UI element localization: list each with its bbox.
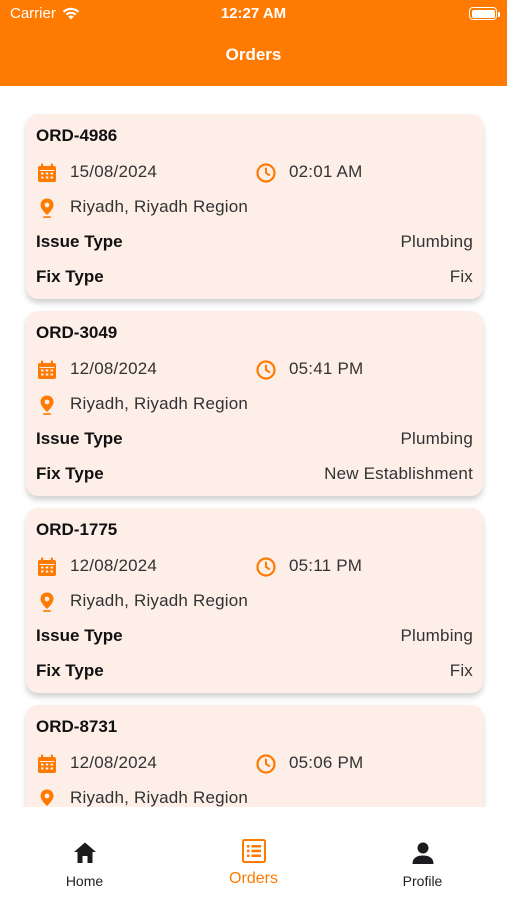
- order-time: 05:06 PM: [289, 753, 364, 772]
- calendar-icon: [38, 360, 56, 379]
- clock-icon: [256, 754, 276, 774]
- status-time: 12:27 AM: [220, 5, 287, 22]
- issue-type-value: Plumbing: [400, 626, 473, 645]
- tab-orders-label: Orders: [229, 870, 278, 887]
- fix-type-value: Fix: [449, 661, 473, 680]
- tab-home[interactable]: Home: [0, 807, 169, 900]
- orders-icon: [242, 839, 266, 863]
- app-header: Carrier 12:27 AM Orders: [0, 0, 507, 86]
- order-card[interactable]: ORD-1775 12/08/2024 05:11 PM Riyadh, Riy…: [26, 508, 483, 693]
- calendar-icon: [38, 163, 56, 182]
- order-card[interactable]: ORD-8731 12/08/2024 05:06 PM Riyadh, Riy…: [26, 705, 483, 807]
- calendar-icon: [38, 557, 56, 576]
- profile-icon: [412, 842, 434, 864]
- clock-icon: [256, 360, 276, 380]
- home-icon: [74, 842, 96, 863]
- order-card[interactable]: ORD-4986 15/08/2024 02:01 AM Riyadh, Riy…: [26, 114, 483, 299]
- location-pin-icon: [40, 592, 54, 612]
- clock-icon: [256, 557, 276, 577]
- tab-home-label: Home: [65, 873, 104, 889]
- clock-icon: [256, 163, 276, 183]
- calendar-icon: [38, 754, 56, 773]
- order-date: 15/08/2024: [70, 162, 158, 181]
- order-id: ORD-4986: [36, 126, 118, 145]
- status-bar: Carrier 12:27 AM: [0, 0, 507, 28]
- battery-icon: [469, 7, 500, 20]
- order-time: 05:11 PM: [289, 556, 363, 575]
- tab-orders[interactable]: Orders: [169, 807, 338, 900]
- issue-type-label: Issue Type: [36, 232, 123, 251]
- location-pin-icon: [40, 789, 54, 806]
- fix-type-label: Fix Type: [36, 267, 104, 286]
- order-time: 02:01 AM: [289, 162, 363, 181]
- order-time: 05:41 PM: [289, 359, 364, 378]
- issue-type-value: Plumbing: [400, 232, 473, 251]
- location-pin-icon: [40, 198, 54, 218]
- order-id: ORD-1775: [36, 520, 118, 539]
- order-id: ORD-8731: [36, 717, 118, 736]
- location-pin-icon: [40, 395, 54, 415]
- order-date: 12/08/2024: [70, 359, 158, 378]
- issue-type-value: Plumbing: [400, 429, 473, 448]
- fix-type-label: Fix Type: [36, 661, 104, 680]
- order-card[interactable]: ORD-3049 12/08/2024 05:41 PM Riyadh, Riy…: [26, 311, 483, 496]
- order-id: ORD-3049: [36, 323, 118, 342]
- tab-profile[interactable]: Profile: [338, 807, 507, 900]
- order-location: Riyadh, Riyadh Region: [70, 591, 249, 610]
- bottom-tab-bar: Home Orders Profile: [0, 807, 507, 900]
- issue-type-label: Issue Type: [36, 429, 123, 448]
- order-date: 12/08/2024: [70, 556, 158, 575]
- order-location: Riyadh, Riyadh Region: [70, 788, 249, 807]
- orders-list[interactable]: ORD-4986 15/08/2024 02:01 AM Riyadh, Riy…: [0, 86, 507, 807]
- fix-type-label: Fix Type: [36, 464, 104, 483]
- page-title: Orders: [225, 45, 282, 64]
- fix-type-value: Fix: [449, 267, 473, 286]
- tab-profile-label: Profile: [402, 873, 443, 889]
- order-date: 12/08/2024: [70, 753, 158, 772]
- order-location: Riyadh, Riyadh Region: [70, 394, 249, 413]
- fix-type-value: New Establishment: [324, 464, 473, 483]
- order-location: Riyadh, Riyadh Region: [70, 197, 249, 216]
- issue-type-label: Issue Type: [36, 626, 123, 645]
